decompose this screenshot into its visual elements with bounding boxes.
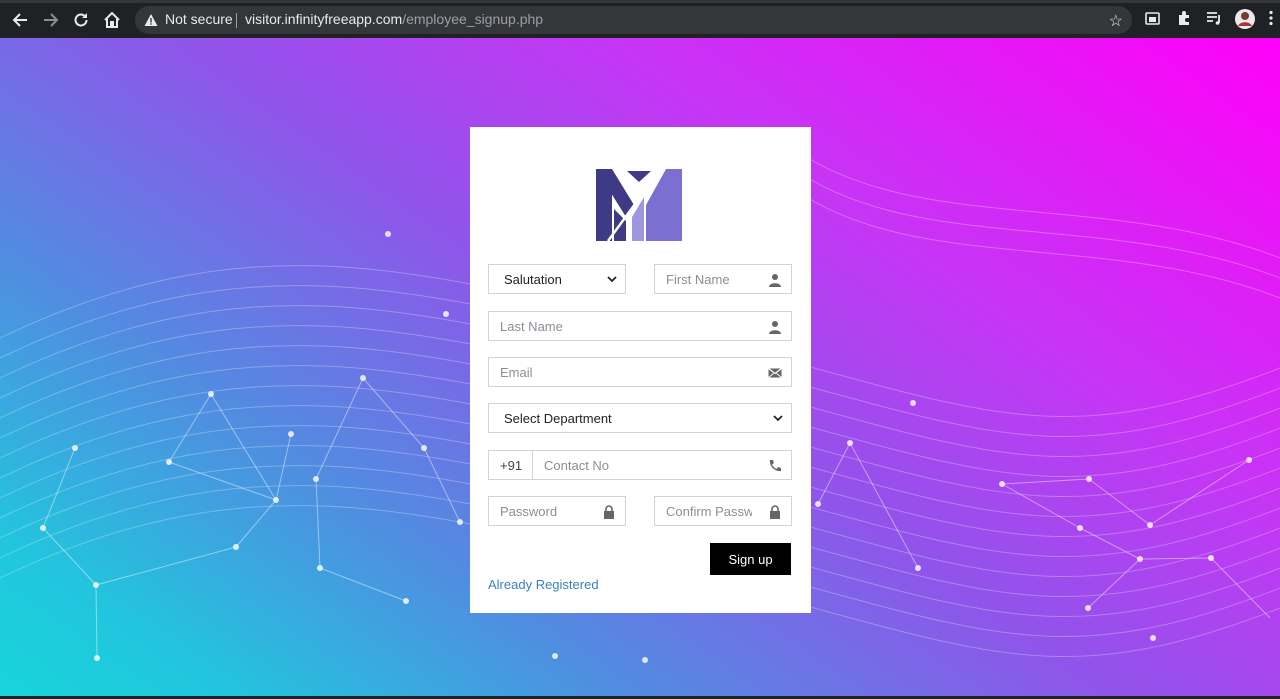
signup-button[interactable]: Sign up — [710, 543, 791, 575]
chevron-down-icon — [607, 276, 617, 283]
lock-icon — [604, 505, 614, 519]
first-name-placeholder: First Name — [666, 272, 730, 287]
department-value: Select Department — [504, 411, 612, 426]
password-placeholder: Password — [500, 504, 558, 519]
salutation-value: Salutation — [504, 272, 562, 287]
envelope-icon — [768, 368, 782, 378]
omnibox-separator — [236, 13, 237, 28]
menu-dots-icon[interactable] — [1268, 10, 1280, 28]
reload-icon[interactable] — [70, 9, 92, 31]
signup-card: Salutation First Name Last Name Email Se… — [470, 127, 811, 613]
chevron-down-icon — [773, 415, 783, 422]
last-name-placeholder: Last Name — [500, 319, 563, 334]
user-icon — [769, 274, 781, 287]
salutation-select[interactable]: Salutation — [488, 264, 626, 294]
profile-avatar-icon[interactable] — [1234, 8, 1256, 30]
contact-input[interactable]: +91 Contact No — [488, 450, 792, 480]
user-icon — [769, 321, 781, 334]
phone-prefix-label: +91 — [500, 458, 523, 473]
back-arrow-icon[interactable] — [9, 9, 31, 31]
extension-icon[interactable] — [1145, 10, 1163, 28]
already-registered-link[interactable]: Already Registered — [488, 577, 599, 592]
page-background: Salutation First Name Last Name Email Se… — [0, 38, 1280, 696]
email-input[interactable]: Email — [488, 357, 792, 387]
star-icon[interactable]: ☆ — [1109, 11, 1123, 31]
last-name-input[interactable]: Last Name — [488, 311, 792, 341]
confirm-password-input[interactable]: Confirm Passw — [654, 496, 792, 526]
url-path: /employee_signup.php — [402, 11, 544, 27]
playlist-icon[interactable] — [1206, 10, 1224, 28]
tab-strip-edge — [0, 0, 1280, 3]
browser-toolbar: Not secure visitor.infinityfreeapp.com/e… — [0, 0, 1280, 38]
security-label: Not secure — [165, 11, 233, 27]
first-name-input[interactable]: First Name — [654, 264, 792, 294]
lock-icon — [770, 505, 780, 519]
company-logo — [596, 169, 682, 241]
phone-prefix: +91 — [489, 451, 533, 479]
warning-icon — [144, 14, 158, 26]
contact-placeholder: Contact No — [544, 458, 610, 473]
department-select[interactable]: Select Department — [488, 403, 792, 433]
phone-icon — [769, 460, 781, 472]
url-text[interactable]: visitor.infinityfreeapp.com/employee_sig… — [245, 11, 543, 27]
address-bar[interactable]: Not secure visitor.infinityfreeapp.com/e… — [135, 6, 1132, 34]
email-placeholder: Email — [500, 365, 533, 380]
password-input[interactable]: Password — [488, 496, 626, 526]
url-host: visitor.infinityfreeapp.com — [245, 11, 403, 27]
forward-arrow-icon[interactable] — [40, 9, 62, 31]
puzzle-icon[interactable] — [1176, 10, 1194, 28]
confirm-password-placeholder: Confirm Passw — [666, 504, 752, 519]
home-icon[interactable] — [101, 9, 123, 31]
